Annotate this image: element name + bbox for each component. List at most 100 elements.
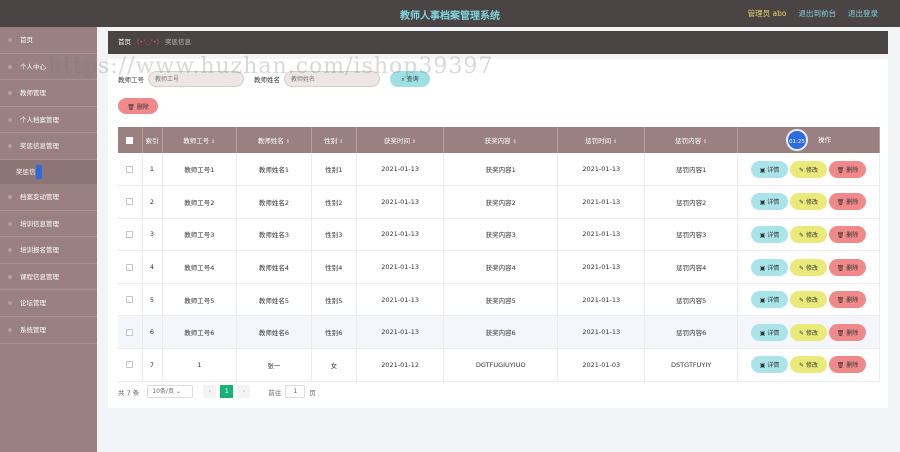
- edit-button[interactable]: ✎ 修改: [790, 323, 827, 341]
- edit-button[interactable]: ✎ 修改: [790, 160, 827, 178]
- detail-label: 详情: [767, 264, 780, 272]
- delete-button[interactable]: 🗑 删除: [829, 258, 866, 276]
- col-label: 获奖内容: [484, 137, 511, 145]
- batch-delete-button[interactable]: 🗑 删除: [118, 98, 158, 114]
- prev-page-button[interactable]: ‹: [203, 385, 217, 398]
- sidebar-item-label: 论坛管理: [20, 299, 46, 308]
- row-penalty-content: 惩罚内容5: [644, 283, 738, 317]
- row-penalty-time: 2021-01-13: [557, 315, 646, 350]
- edit-button[interactable]: ✎ 修改: [790, 258, 827, 276]
- trash-icon: 🗑: [836, 264, 847, 272]
- delete-button[interactable]: 🗑 删除: [829, 356, 866, 374]
- detail-button[interactable]: ▣ 详情: [751, 225, 788, 243]
- sidebar-item-teachers[interactable]: 教师管理: [0, 80, 97, 107]
- bullet-icon: [8, 91, 12, 96]
- sort-icon[interactable]: ⇕: [513, 139, 517, 145]
- row-penalty-content: DSTGTFUYIY: [644, 348, 738, 382]
- col-gender[interactable]: 性别 ⇕: [311, 127, 358, 153]
- row-select[interactable]: [118, 153, 143, 187]
- delete-label: 删除: [846, 264, 859, 272]
- delete-button[interactable]: 🗑 删除: [829, 193, 866, 211]
- col-label: 教师工号: [183, 137, 210, 145]
- sidebar-item-archive-changes[interactable]: 档案变动管理: [0, 184, 97, 211]
- row-checkbox[interactable]: [126, 296, 134, 304]
- row-index: 2: [142, 185, 163, 219]
- row-checkbox[interactable]: [126, 263, 134, 271]
- col-penalty-time[interactable]: 惩罚时间 ⇕: [557, 127, 646, 153]
- detail-button[interactable]: ▣ 详情: [751, 160, 788, 178]
- back-to-front-link[interactable]: 退出到前台: [799, 8, 837, 19]
- col-penalty-content[interactable]: 惩罚内容 ⇕: [644, 127, 738, 153]
- page-1-button[interactable]: 1: [220, 385, 234, 398]
- sort-icon[interactable]: ⇕: [613, 139, 617, 145]
- row-award-time: 2021-01-13: [356, 218, 445, 252]
- sidebar-item-forum[interactable]: 论坛管理: [0, 290, 97, 317]
- delete-label: 删除: [846, 199, 859, 207]
- logout-link[interactable]: 退出登录: [848, 8, 878, 19]
- sidebar-item-training-signup[interactable]: 培训报名管理: [0, 237, 97, 264]
- row-select[interactable]: [118, 218, 143, 252]
- sort-icon[interactable]: ⇕: [286, 139, 290, 145]
- sidebar-item-training-info[interactable]: 培训信息管理: [0, 211, 97, 238]
- sidebar-subitem-rewards-info[interactable]: 奖惩信息: [0, 162, 97, 182]
- row-award-content: 获奖内容5: [443, 283, 559, 317]
- bullet-icon: [8, 64, 12, 69]
- goto-page-input[interactable]: 1: [285, 385, 306, 398]
- detail-button[interactable]: ▣ 详情: [751, 356, 788, 374]
- sidebar-submenu: 奖惩信息: [0, 159, 97, 184]
- breadcrumb-home[interactable]: 首页: [118, 38, 131, 46]
- delete-button[interactable]: 🗑 删除: [829, 323, 866, 341]
- edit-button[interactable]: ✎ 修改: [790, 356, 827, 374]
- delete-button[interactable]: 🗑 删除: [829, 291, 866, 309]
- col-award-content[interactable]: 获奖内容 ⇕: [443, 127, 559, 153]
- sidebar-item-system[interactable]: 系统管理: [0, 317, 97, 344]
- row-select[interactable]: [118, 315, 143, 350]
- page-size-select[interactable]: 10条/页 ⌄: [147, 385, 194, 398]
- sort-icon[interactable]: ⇕: [211, 139, 215, 145]
- detail-button[interactable]: ▣ 详情: [751, 323, 788, 341]
- edit-label: 修改: [805, 362, 818, 370]
- row-checkbox[interactable]: [126, 361, 134, 369]
- row-penalty-time: 2021-01-13: [557, 218, 646, 252]
- row-checkbox[interactable]: [126, 165, 134, 173]
- sidebar-item-home[interactable]: 首页: [0, 27, 97, 54]
- sidebar-item-archives[interactable]: 个人档案管理: [0, 107, 97, 134]
- breadcrumb-emoticon: (•'◡'•): [137, 38, 159, 46]
- edit-button[interactable]: ✎ 修改: [790, 225, 827, 243]
- row-penalty-time: 2021-01-13: [557, 185, 646, 219]
- row-checkbox[interactable]: [126, 328, 134, 336]
- row-index: 7: [142, 348, 163, 382]
- row-select[interactable]: [118, 185, 143, 219]
- detail-button[interactable]: ▣ 详情: [751, 258, 788, 276]
- row-checkbox[interactable]: [126, 230, 134, 238]
- row-select[interactable]: [118, 283, 143, 317]
- col-award-time[interactable]: 获奖时间 ⇕: [356, 127, 445, 153]
- sort-icon[interactable]: ⇕: [412, 139, 416, 145]
- select-all-checkbox[interactable]: [126, 136, 134, 144]
- col-teacher-name[interactable]: 教师姓名 ⇕: [236, 127, 312, 153]
- edit-button[interactable]: ✎ 修改: [790, 193, 827, 211]
- next-page-button[interactable]: ›: [237, 385, 251, 398]
- col-teacher-id[interactable]: 教师工号 ⇕: [162, 127, 238, 153]
- delete-button[interactable]: 🗑 删除: [829, 225, 866, 243]
- row-checkbox[interactable]: [126, 198, 134, 206]
- edit-button[interactable]: ✎ 修改: [790, 291, 827, 309]
- sidebar-item-rewards[interactable]: 奖惩信息管理: [0, 133, 97, 160]
- col-label: 操作: [818, 136, 831, 144]
- delete-label: 删除: [846, 362, 859, 370]
- detail-button[interactable]: ▣ 详情: [751, 291, 788, 309]
- trash-icon: 🗑: [836, 362, 847, 370]
- detail-button[interactable]: ▣ 详情: [751, 193, 788, 211]
- sidebar-item-courses[interactable]: 课程信息管理: [0, 264, 97, 291]
- row-select[interactable]: [118, 348, 143, 382]
- sort-icon[interactable]: ⇕: [339, 139, 343, 145]
- sort-icon[interactable]: ⇕: [703, 139, 707, 145]
- pencil-icon: ✎: [799, 362, 806, 370]
- row-award-time: 2021-01-13: [356, 315, 445, 350]
- select-all-header[interactable]: [118, 127, 143, 153]
- row-actions: ▣ 详情 ✎ 修改 🗑 删除: [737, 348, 880, 382]
- delete-button[interactable]: 🗑 删除: [829, 160, 866, 178]
- top-bar: 教师人事档案管理系统 管理员 abo 退出到前台 退出登录: [0, 0, 900, 27]
- delete-label: 删除: [846, 231, 859, 239]
- row-select[interactable]: [118, 250, 143, 284]
